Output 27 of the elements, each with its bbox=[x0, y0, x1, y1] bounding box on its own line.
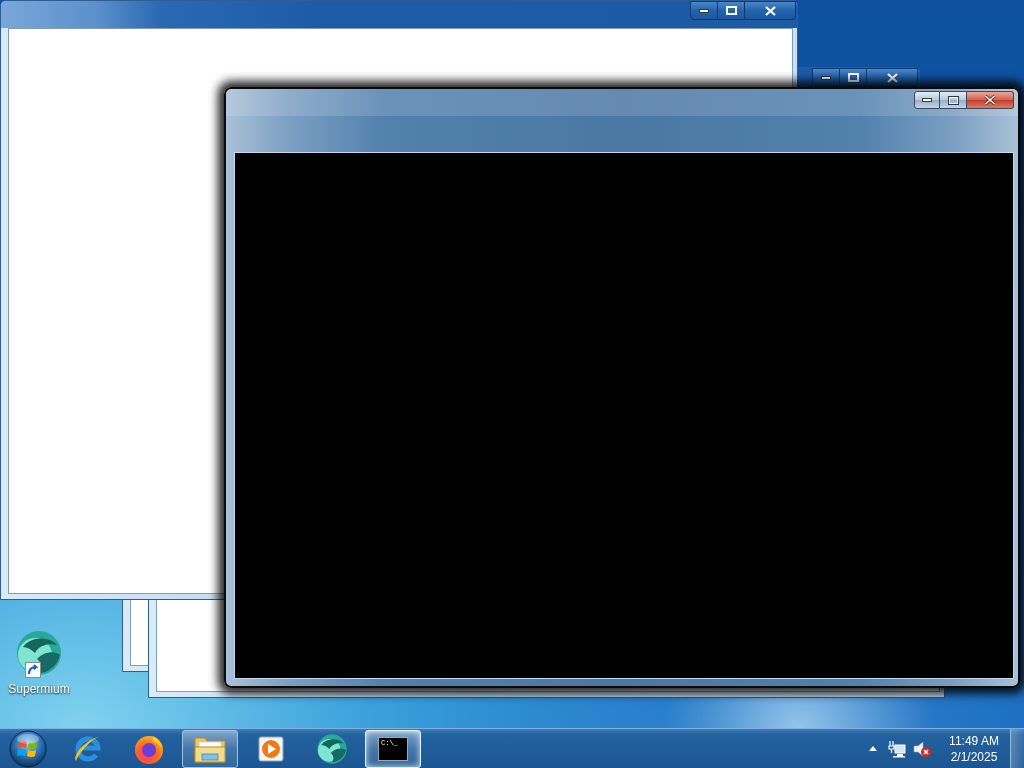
maximize-icon bbox=[947, 95, 959, 105]
maximize-icon bbox=[725, 6, 737, 15]
close-icon bbox=[984, 95, 996, 105]
maximize-icon bbox=[847, 73, 859, 82]
minimize-icon bbox=[699, 8, 709, 13]
close-button[interactable] bbox=[867, 68, 918, 87]
start-orb-icon bbox=[9, 729, 47, 768]
show-desktop-button[interactable] bbox=[1010, 729, 1024, 768]
close-button[interactable] bbox=[745, 1, 796, 20]
clock-date[interactable]: 2/1/2025 bbox=[950, 748, 998, 765]
up-arrow-icon bbox=[869, 746, 877, 751]
close-icon bbox=[764, 5, 776, 16]
minimize-icon bbox=[821, 75, 831, 80]
orb-icon bbox=[316, 732, 348, 765]
maximize-button[interactable] bbox=[840, 68, 867, 87]
close-button[interactable] bbox=[967, 91, 1014, 109]
maximize-button[interactable] bbox=[718, 1, 745, 20]
minimize-button[interactable] bbox=[812, 68, 840, 87]
clock-time[interactable]: 11:49 AM bbox=[949, 732, 999, 749]
taskbar-button[interactable] bbox=[182, 729, 238, 768]
network-icon bbox=[888, 739, 906, 758]
play-icon bbox=[258, 735, 284, 762]
minimize-button[interactable] bbox=[690, 1, 718, 20]
minimize-icon bbox=[922, 98, 932, 102]
minimize-button[interactable] bbox=[914, 91, 940, 109]
close-icon bbox=[886, 72, 898, 83]
maximize-button[interactable] bbox=[940, 91, 967, 109]
